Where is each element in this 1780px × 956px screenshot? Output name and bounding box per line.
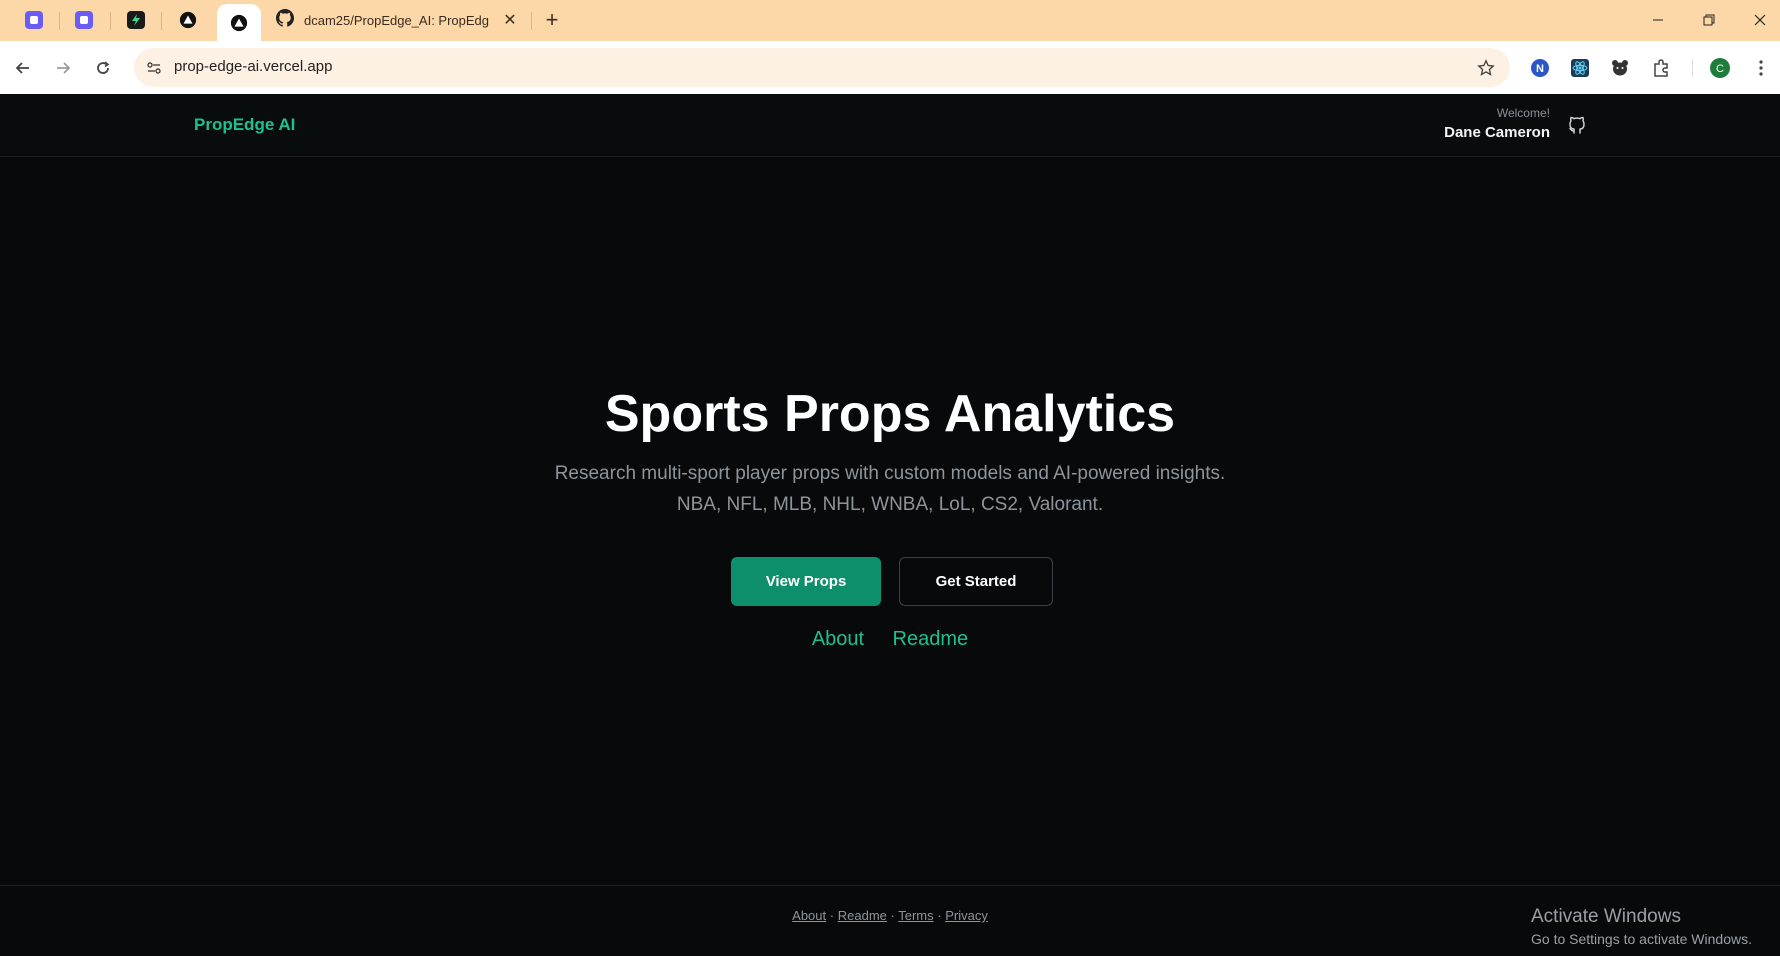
lightning-icon: [127, 11, 145, 29]
app-square-icon: [25, 11, 43, 29]
footer-separator: ·: [829, 908, 835, 923]
new-tab-button[interactable]: +: [540, 8, 564, 32]
footer-separator: ·: [937, 908, 942, 923]
site-header: PropEdge AI Welcome! Dane Cameron: [0, 94, 1780, 157]
user-name: Dane Cameron: [1444, 124, 1550, 141]
pinned-tab-4[interactable]: [172, 6, 204, 34]
footer-terms-link[interactable]: Terms: [898, 908, 933, 923]
minimize-icon[interactable]: [1638, 6, 1678, 34]
address-bar[interactable]: prop-edge-ai.vercel.app: [134, 48, 1510, 87]
restore-icon[interactable]: [1689, 6, 1729, 34]
close-window-icon[interactable]: [1740, 6, 1780, 34]
footer-readme-link[interactable]: Readme: [838, 908, 887, 923]
reload-icon[interactable]: [88, 53, 118, 83]
toolbar-separator: [1692, 59, 1693, 77]
readme-link[interactable]: Readme: [893, 628, 969, 651]
extension-bear-icon[interactable]: [1607, 55, 1633, 81]
tab-separator: [161, 12, 162, 30]
extension-n-icon[interactable]: N: [1527, 55, 1553, 81]
tab-separator: [531, 12, 532, 30]
about-link[interactable]: About: [812, 628, 864, 651]
profile-avatar-icon[interactable]: C: [1707, 55, 1733, 81]
browser-toolbar: prop-edge-ai.vercel.app N C: [0, 41, 1780, 95]
hero-subtitle: Research multi-sport player props with c…: [554, 463, 1226, 515]
footer-links: About · Readme · Terms · Privacy: [0, 908, 1780, 923]
footer-separator: ·: [890, 908, 895, 923]
footer-about-link[interactable]: About: [792, 908, 826, 923]
footer-privacy-link[interactable]: Privacy: [945, 908, 988, 923]
github-outline-icon[interactable]: [1565, 112, 1589, 136]
pinned-tab-3[interactable]: [120, 6, 152, 34]
tab-title: dcam25/PropEdge_AI: PropEdge: [304, 12, 489, 28]
tab-github[interactable]: dcam25/PropEdge_AI: PropEdge ✕: [268, 6, 526, 34]
extension-react-icon[interactable]: [1567, 55, 1593, 81]
tab-active-site[interactable]: [217, 4, 261, 41]
pinned-tab-2[interactable]: [68, 6, 100, 34]
svg-text:C: C: [1716, 63, 1724, 75]
browser-menu-icon[interactable]: [1748, 55, 1774, 81]
get-started-button[interactable]: Get Started: [899, 557, 1053, 606]
pinned-tab-1[interactable]: [18, 6, 50, 34]
hero-links: About Readme: [0, 628, 1780, 651]
extensions-puzzle-icon[interactable]: [1648, 55, 1674, 81]
triangle-logo-icon: [179, 11, 197, 29]
github-icon: [276, 8, 295, 32]
brand-logo[interactable]: PropEdge AI: [194, 115, 295, 135]
welcome-label: Welcome!: [1496, 106, 1550, 120]
app-square-icon: [75, 11, 93, 29]
web-page: PropEdge AI Welcome! Dane Cameron Sports…: [0, 94, 1780, 955]
activate-subtitle: Go to Settings to activate Windows.: [1531, 931, 1752, 947]
activate-windows-watermark: Activate Windows Go to Settings to activ…: [1531, 906, 1752, 947]
forward-arrow-icon[interactable]: [48, 53, 78, 83]
activate-title: Activate Windows: [1531, 906, 1681, 927]
triangle-logo-icon: [230, 14, 248, 32]
tab-separator: [59, 12, 60, 30]
view-props-button[interactable]: View Props: [731, 557, 881, 606]
site-info-icon[interactable]: [142, 56, 166, 80]
url-text: prop-edge-ai.vercel.app: [174, 58, 333, 75]
hero-title: Sports Props Analytics: [604, 385, 1176, 443]
svg-text:N: N: [1536, 63, 1544, 75]
site-footer: About · Readme · Terms · Privacy Activat…: [0, 885, 1780, 956]
bookmark-star-icon[interactable]: [1474, 56, 1498, 80]
back-arrow-icon[interactable]: [8, 53, 38, 83]
welcome-block: Welcome! Dane Cameron: [1444, 106, 1550, 141]
tab-separator: [110, 12, 111, 30]
close-tab-icon[interactable]: ✕: [501, 10, 519, 30]
browser-tabstrip: dcam25/PropEdge_AI: PropEdge ✕ +: [0, 0, 1780, 41]
